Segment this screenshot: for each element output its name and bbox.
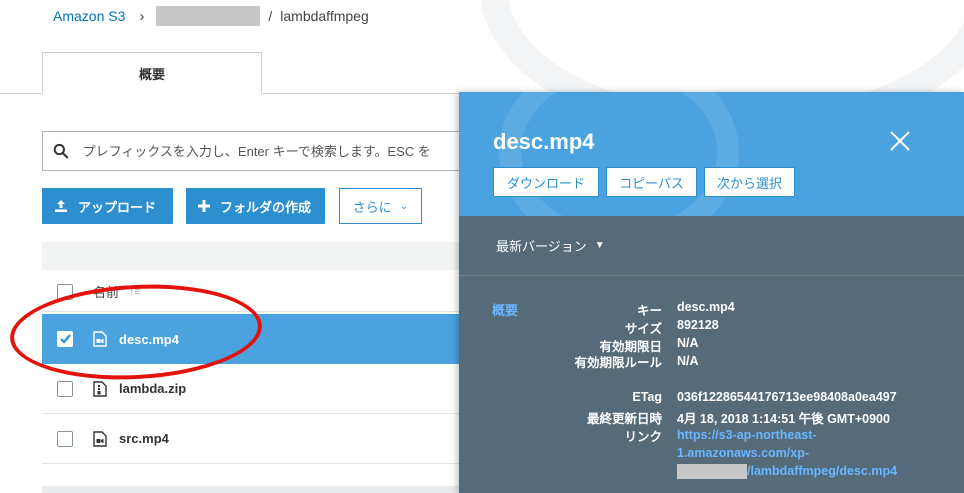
- link-redacted-segment: [677, 464, 747, 480]
- more-actions-button[interactable]: さらに ⌄: [339, 188, 422, 224]
- prop-expiry-rule-value: N/A: [677, 354, 699, 368]
- version-selector[interactable]: 最新バージョン ▼: [459, 216, 964, 276]
- upload-icon: [54, 199, 68, 213]
- link-line-1[interactable]: https://s3-ap-northeast-: [677, 428, 817, 442]
- prop-size-value: 892128: [677, 318, 719, 332]
- panel-title: desc.mp4: [493, 129, 595, 154]
- link-line-3[interactable]: /lambdaffmpeg/desc.mp4: [747, 464, 897, 478]
- panel-header: desc.mp4 ダウンロード コピーパス 次から選択: [459, 92, 964, 216]
- plus-icon: [198, 200, 210, 212]
- download-button[interactable]: ダウンロード: [493, 167, 599, 197]
- file-name[interactable]: src.mp4: [119, 431, 169, 446]
- select-from-button[interactable]: 次から選択: [704, 167, 795, 197]
- breadcrumb-separator: /: [268, 8, 273, 24]
- row-checkbox[interactable]: [57, 430, 73, 447]
- prop-expiry-rule-label: 有効期限ルール: [574, 356, 662, 370]
- zip-file-icon: [93, 380, 107, 397]
- upload-button-label: アップロード: [78, 199, 157, 215]
- prop-modified-value: 4月 18, 2018 1:14:51 午後 GMT+0900: [677, 412, 890, 426]
- video-file-icon: [93, 430, 107, 447]
- chevron-right-icon: ›: [139, 7, 145, 25]
- caret-down-icon: ▼: [594, 240, 605, 251]
- breadcrumb: Amazon S3 › / lambdaffmpeg: [53, 6, 369, 26]
- search-box[interactable]: [42, 131, 492, 171]
- file-name[interactable]: lambda.zip: [119, 381, 186, 396]
- create-folder-button[interactable]: フォルダの作成: [186, 188, 325, 224]
- search-icon: [53, 143, 69, 159]
- upload-button[interactable]: アップロード: [42, 188, 173, 224]
- row-checkbox[interactable]: [57, 380, 73, 397]
- prop-modified-label: 最終更新日時: [586, 412, 662, 426]
- object-detail-panel: desc.mp4 ダウンロード コピーパス 次から選択 最新バージョン ▼ 概要…: [459, 92, 964, 493]
- prop-etag-label: ETag: [632, 390, 662, 404]
- more-actions-label: さらに: [352, 199, 392, 215]
- section-overview-label: 概要: [492, 303, 519, 318]
- version-label: 最新バージョン: [496, 239, 587, 254]
- breadcrumb-current: lambdaffmpeg: [280, 8, 369, 24]
- copy-path-button[interactable]: コピーパス: [606, 167, 697, 197]
- object-url-link[interactable]: https://s3-ap-northeast- 1.amazonaws.com…: [677, 426, 937, 480]
- breadcrumb-root-link[interactable]: Amazon S3: [53, 8, 125, 24]
- prop-expiry-date-label: 有効期限日: [599, 340, 662, 354]
- breadcrumb-redacted-bucket: [156, 6, 261, 26]
- prop-etag-value: 036f12286544176713ee98408a0ea497: [677, 390, 897, 404]
- prop-size-label: サイズ: [624, 322, 662, 336]
- prop-key-label: キー: [636, 304, 662, 318]
- prop-key-value: desc.mp4: [677, 300, 735, 314]
- link-line-2[interactable]: 1.amazonaws.com/xp-: [677, 446, 809, 460]
- chevron-down-icon: ⌄: [399, 200, 409, 212]
- prop-link-label: リンク: [624, 430, 662, 444]
- close-icon[interactable]: [889, 130, 911, 152]
- tab-overview[interactable]: 概要: [42, 52, 262, 94]
- create-folder-button-label: フォルダの作成: [220, 199, 312, 215]
- prop-expiry-date-value: N/A: [677, 336, 699, 350]
- search-input[interactable]: [82, 143, 491, 159]
